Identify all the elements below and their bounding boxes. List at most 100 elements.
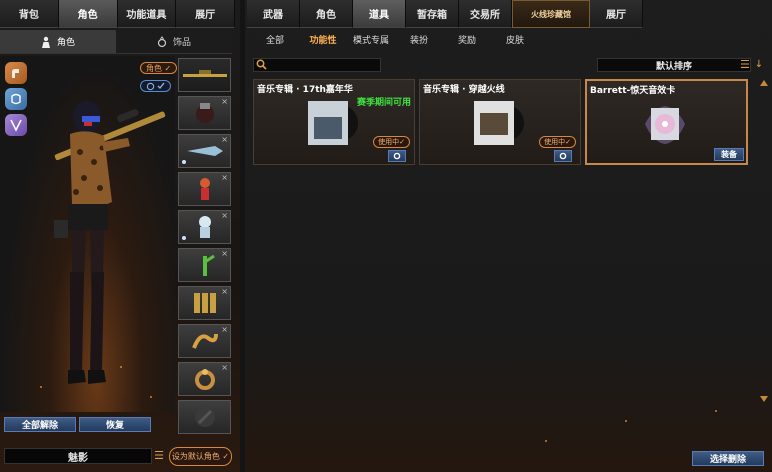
set-default-character-button[interactable]: 设为默认角色 ✓	[169, 447, 232, 466]
mascot-icon	[198, 216, 211, 238]
remove-icon[interactable]: ×	[221, 325, 228, 334]
equip-slot-7[interactable]: ×	[178, 286, 231, 320]
remove-icon[interactable]: ×	[221, 211, 228, 220]
status-dot	[182, 236, 186, 240]
item-title: 音乐专辑 · 17th嘉年华	[257, 85, 353, 95]
character-panel: 背包 角色 功能道具 展厅 角色 饰品 角色 ✓ × × × × × × × ×…	[0, 0, 240, 472]
item-status: 赛季期间可用	[356, 98, 411, 108]
role-pill[interactable]: 角色 ✓	[140, 62, 178, 74]
search-icon	[256, 59, 268, 71]
equip-slot-6[interactable]: ×	[178, 248, 231, 282]
claw-icon[interactable]	[5, 114, 27, 136]
equip-slot-2[interactable]: ×	[178, 96, 231, 130]
subtab-character[interactable]: 角色	[0, 30, 116, 54]
gear-icon	[393, 152, 401, 160]
accessory-icon	[157, 35, 167, 47]
in-use-badge: 使用中✓	[539, 136, 576, 148]
right-top-tabs: 武器 角色 道具 暂存箱 交易所 火线珍藏馆 展厅	[247, 0, 643, 28]
tab-character[interactable]: 角色	[58, 0, 118, 28]
tab-weapons[interactable]: 武器	[247, 0, 300, 28]
equipment-slots: × × × × × × × ×	[178, 58, 232, 434]
left-sub-tabs: 角色 饰品	[0, 30, 232, 54]
role-pill-label: 角色 ✓	[146, 63, 172, 73]
subtab-accessory-label: 饰品	[172, 38, 191, 48]
subtab-mode-exclusive[interactable]: 模式专属	[347, 32, 395, 50]
character-name-field[interactable]: 魅影	[4, 448, 152, 464]
left-top-tabs: 背包 角色 功能道具 展厅	[0, 0, 235, 28]
select-delete-button[interactable]: 选择删除	[692, 451, 764, 466]
tab-functional-items[interactable]: 功能道具	[117, 0, 177, 28]
right-sub-tabs: 全部 功能性 模式专属 装扮 奖励 皮肤	[251, 32, 539, 50]
sort-direction-icon[interactable]: ↓	[753, 58, 765, 72]
remove-icon[interactable]: ×	[221, 363, 228, 372]
subtab-skins[interactable]: 皮肤	[491, 32, 539, 50]
ammo-icon	[193, 293, 216, 313]
settings-button[interactable]	[388, 150, 406, 162]
tab-backpack[interactable]: 背包	[0, 0, 59, 28]
subtab-functional[interactable]: 功能性	[299, 32, 347, 50]
checkmark-icon	[157, 82, 165, 90]
restore-button[interactable]: 恢复	[79, 417, 151, 432]
remove-all-button[interactable]: 全部解除	[4, 417, 76, 432]
menu-icon[interactable]: ☰	[153, 449, 165, 463]
search-input[interactable]	[253, 58, 381, 72]
item-title: 音乐专辑 · 穿越火线	[423, 85, 505, 95]
equip-slot-9[interactable]: ×	[178, 362, 231, 396]
scroll-down-icon[interactable]	[760, 396, 768, 402]
album-icon	[308, 101, 358, 145]
tab-storage[interactable]: 暂存箱	[406, 0, 459, 28]
tab-collection-hall[interactable]: 火线珍藏馆	[512, 0, 590, 28]
sort-menu-icon[interactable]: ☰	[740, 58, 752, 72]
empty-slot-icon	[194, 407, 215, 427]
subtab-character-label: 角色	[56, 38, 75, 48]
left-action-buttons: 全部解除 恢复	[4, 417, 151, 432]
inventory-panel: 武器 角色 道具 暂存箱 交易所 火线珍藏馆 展厅 全部 功能性 模式专属 装扮…	[245, 0, 772, 472]
subtab-all[interactable]: 全部	[251, 32, 299, 50]
equip-slot-primary-weapon[interactable]	[178, 58, 231, 92]
status-dot	[182, 160, 186, 164]
grenade-icon	[195, 103, 214, 123]
settings-button[interactable]	[554, 150, 572, 162]
equip-slot-empty[interactable]	[178, 400, 231, 434]
ring-icon	[194, 369, 215, 390]
remove-icon[interactable]: ×	[221, 135, 228, 144]
equip-slot-5[interactable]: ×	[178, 210, 231, 244]
side-category-icons	[5, 62, 27, 136]
tab-showroom-right[interactable]: 展厅	[590, 0, 643, 28]
glove-icon[interactable]	[5, 88, 27, 110]
album-icon	[474, 101, 524, 145]
equip-slot-8[interactable]: ×	[178, 324, 231, 358]
set-default-label: 设为默认角色 ✓	[171, 452, 230, 461]
tab-showroom[interactable]: 展厅	[176, 0, 235, 28]
subtab-accessory[interactable]: 饰品	[116, 30, 232, 54]
sort-dropdown[interactable]: 默认排序	[597, 58, 751, 72]
scroll-up-icon[interactable]	[760, 80, 768, 86]
remove-icon[interactable]: ×	[221, 173, 228, 182]
remove-icon[interactable]: ×	[221, 287, 228, 296]
subtab-cosmetic[interactable]: 装扮	[395, 32, 443, 50]
character-icon	[41, 36, 50, 48]
figurine-icon	[199, 178, 210, 200]
rotate-icon	[146, 82, 155, 90]
remove-icon[interactable]: ×	[221, 97, 228, 106]
equip-slot-3[interactable]: ×	[178, 134, 231, 168]
item-card[interactable]: 音乐专辑 · 17th嘉年华 赛季期间可用 使用中✓	[253, 79, 415, 165]
hand-icon[interactable]	[5, 62, 27, 84]
tab-exchange[interactable]: 交易所	[459, 0, 512, 28]
gear-icon	[559, 152, 567, 160]
remove-icon[interactable]: ×	[221, 249, 228, 258]
subtab-rewards[interactable]: 奖励	[443, 32, 491, 50]
tab-characters[interactable]: 角色	[300, 0, 353, 28]
equip-button[interactable]: 装备	[714, 148, 744, 161]
sound-card-icon	[645, 106, 685, 144]
rifle-icon	[182, 70, 227, 77]
view-toggle[interactable]	[140, 80, 171, 92]
item-card[interactable]: 音乐专辑 · 穿越火线 使用中✓	[419, 79, 581, 165]
item-grid: 音乐专辑 · 17th嘉年华 赛季期间可用 使用中✓ 音乐专辑 · 穿越火线 使…	[253, 79, 748, 165]
dragon-icon	[191, 333, 218, 349]
tab-items[interactable]: 道具	[353, 0, 406, 28]
equip-slot-4[interactable]: ×	[178, 172, 231, 206]
item-card-selected[interactable]: Barrett-惊天音效卡 装备	[585, 79, 748, 165]
character-model	[54, 101, 166, 384]
item-title: Barrett-惊天音效卡	[590, 86, 676, 96]
